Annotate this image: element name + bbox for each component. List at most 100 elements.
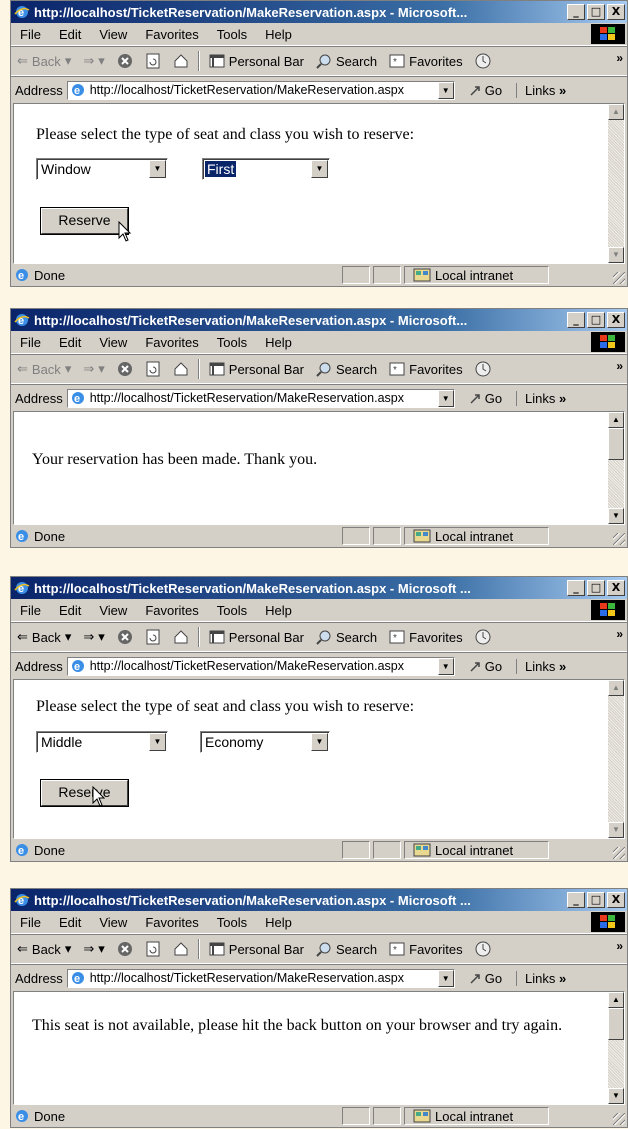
back-button[interactable]: ⇐ Back ▾	[11, 53, 77, 69]
links-button[interactable]: Links »	[516, 82, 566, 98]
scroll-thumb[interactable]	[608, 1008, 624, 1040]
favorites-button[interactable]: * Favorites	[383, 630, 468, 645]
address-dropdown-button[interactable]: ▼	[437, 389, 454, 407]
links-button[interactable]: Links »	[516, 658, 566, 674]
resize-grip[interactable]	[613, 1113, 625, 1125]
home-button[interactable]	[167, 629, 195, 645]
home-button[interactable]	[167, 941, 195, 957]
vertical-scrollbar[interactable]: ▲ ▼	[608, 412, 624, 524]
close-button[interactable]: X	[607, 312, 625, 328]
stop-button[interactable]	[111, 629, 139, 645]
home-button[interactable]	[167, 361, 195, 377]
menu-edit[interactable]: Edit	[50, 335, 90, 350]
menu-help[interactable]: Help	[256, 603, 301, 618]
chevron-down-icon[interactable]: ▼	[311, 160, 328, 178]
maximize-button[interactable]: □	[587, 312, 605, 328]
menu-edit[interactable]: Edit	[50, 27, 90, 42]
menu-view[interactable]: View	[90, 603, 136, 618]
scroll-down-button[interactable]: ▼	[608, 247, 624, 263]
menu-file[interactable]: File	[11, 335, 50, 350]
history-button[interactable]	[469, 941, 497, 957]
reserve-button[interactable]: Reserve	[40, 779, 129, 807]
close-button[interactable]: X	[607, 892, 625, 908]
back-button[interactable]: ⇐ Back ▾	[11, 361, 77, 377]
menu-tools[interactable]: Tools	[208, 603, 256, 618]
toolbar-overflow-chevron[interactable]: »	[616, 627, 623, 641]
seat-type-select[interactable]: Middle ▼	[36, 731, 168, 753]
search-button[interactable]: Search	[310, 629, 383, 645]
menu-favorites[interactable]: Favorites	[136, 335, 207, 350]
resize-grip[interactable]	[613, 847, 625, 859]
menu-edit[interactable]: Edit	[50, 915, 90, 930]
back-button[interactable]: ⇐ Back ▾	[11, 629, 77, 645]
address-input[interactable]: e http://localhost/TicketReservation/Mak…	[66, 656, 455, 676]
search-button[interactable]: Search	[310, 53, 383, 69]
toolbar-overflow-chevron[interactable]: »	[616, 359, 623, 373]
title-bar[interactable]: e http://localhost/TicketReservation/Mak…	[11, 1, 627, 23]
menu-help[interactable]: Help	[256, 27, 301, 42]
forward-button[interactable]: ⇒ ▾	[77, 53, 110, 69]
toolbar-overflow-chevron[interactable]: »	[616, 939, 623, 953]
menu-favorites[interactable]: Favorites	[136, 915, 207, 930]
search-button[interactable]: Search	[310, 361, 383, 377]
menu-file[interactable]: File	[11, 603, 50, 618]
address-input[interactable]: e http://localhost/TicketReservation/Mak…	[66, 388, 455, 408]
links-button[interactable]: Links »	[516, 390, 566, 406]
menu-help[interactable]: Help	[256, 915, 301, 930]
menu-view[interactable]: View	[90, 27, 136, 42]
minimize-button[interactable]: _	[567, 580, 585, 596]
menu-file[interactable]: File	[11, 915, 50, 930]
menu-view[interactable]: View	[90, 915, 136, 930]
address-dropdown-button[interactable]: ▼	[437, 81, 454, 99]
home-button[interactable]	[167, 53, 195, 69]
chevron-down-icon[interactable]: ▼	[311, 733, 328, 751]
seat-type-select[interactable]: Window ▼	[36, 158, 168, 180]
vertical-scrollbar[interactable]: ▲ ▼	[608, 680, 624, 838]
close-button[interactable]: X	[607, 580, 625, 596]
title-bar[interactable]: e http://localhost/TicketReservation/Mak…	[11, 889, 627, 911]
maximize-button[interactable]: □	[587, 580, 605, 596]
personal-bar-button[interactable]: Personal Bar	[203, 54, 310, 69]
personal-bar-button[interactable]: Personal Bar	[203, 362, 310, 377]
favorites-button[interactable]: * Favorites	[383, 362, 468, 377]
title-bar[interactable]: e http://localhost/TicketReservation/Mak…	[11, 309, 627, 331]
history-button[interactable]	[469, 53, 497, 69]
stop-button[interactable]	[111, 941, 139, 957]
title-bar[interactable]: e http://localhost/TicketReservation/Mak…	[11, 577, 627, 599]
chevron-down-icon[interactable]: ▼	[149, 733, 166, 751]
scroll-thumb[interactable]	[608, 428, 624, 460]
back-button[interactable]: ⇐ Back ▾	[11, 941, 77, 957]
go-button[interactable]: Go	[469, 659, 502, 674]
search-button[interactable]: Search	[310, 941, 383, 957]
class-type-select[interactable]: Economy ▼	[200, 731, 330, 753]
minimize-button[interactable]: _	[567, 312, 585, 328]
menu-file[interactable]: File	[11, 27, 50, 42]
chevron-down-icon[interactable]: ▼	[149, 160, 166, 178]
personal-bar-button[interactable]: Personal Bar	[203, 630, 310, 645]
address-input[interactable]: e http://localhost/TicketReservation/Mak…	[66, 80, 455, 100]
menu-help[interactable]: Help	[256, 335, 301, 350]
scroll-down-button[interactable]: ▼	[608, 508, 624, 524]
toolbar-overflow-chevron[interactable]: »	[616, 51, 623, 65]
minimize-button[interactable]: _	[567, 892, 585, 908]
maximize-button[interactable]: □	[587, 892, 605, 908]
address-dropdown-button[interactable]: ▼	[437, 969, 454, 987]
go-button[interactable]: Go	[469, 83, 502, 98]
forward-button[interactable]: ⇒ ▾	[77, 629, 110, 645]
menu-view[interactable]: View	[90, 335, 136, 350]
scroll-down-button[interactable]: ▼	[608, 1088, 624, 1104]
close-button[interactable]: X	[607, 4, 625, 20]
history-button[interactable]	[469, 629, 497, 645]
history-button[interactable]	[469, 361, 497, 377]
favorites-button[interactable]: * Favorites	[383, 54, 468, 69]
address-dropdown-button[interactable]: ▼	[437, 657, 454, 675]
resize-grip[interactable]	[613, 272, 625, 284]
vertical-scrollbar[interactable]: ▲ ▼	[608, 104, 624, 263]
scroll-down-button[interactable]: ▼	[608, 822, 624, 838]
stop-button[interactable]	[111, 361, 139, 377]
menu-tools[interactable]: Tools	[208, 915, 256, 930]
minimize-button[interactable]: _	[567, 4, 585, 20]
menu-tools[interactable]: Tools	[208, 27, 256, 42]
links-button[interactable]: Links »	[516, 970, 566, 986]
refresh-button[interactable]	[139, 629, 167, 645]
